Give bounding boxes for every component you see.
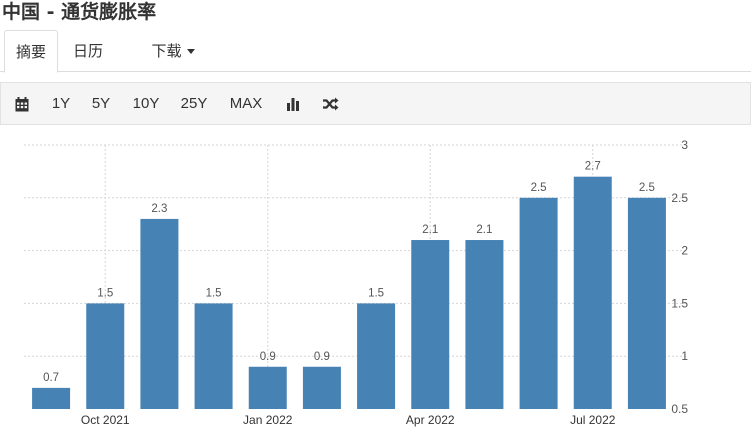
data-bar <box>411 240 450 409</box>
data-label: 2.7 <box>585 161 601 173</box>
page-title: 中国 - 通货膨胀率 <box>2 1 157 23</box>
tab-bar: 摘要 日历 下载 <box>0 30 751 73</box>
shuffle-icon[interactable] <box>318 83 342 124</box>
calendar-icon[interactable] <box>11 83 33 124</box>
y-tick-label: 1.5 <box>671 296 688 310</box>
y-tick-label: 3 <box>681 138 688 152</box>
caret-down-icon <box>186 49 195 54</box>
data-label: 0.9 <box>260 351 276 363</box>
data-label: 1.5 <box>206 287 222 299</box>
data-bar <box>519 197 558 409</box>
data-label: 2.1 <box>422 224 438 236</box>
tab-download[interactable]: 下载 <box>138 30 208 72</box>
range-max-button[interactable]: MAX <box>226 83 266 124</box>
range-10y-button[interactable]: 10Y <box>129 83 163 124</box>
data-bar <box>32 387 71 409</box>
range-5y-button[interactable]: 5Y <box>87 83 115 124</box>
y-tick-label: 0.5 <box>671 402 688 416</box>
chart-toolbar: 1Y 5Y 10Y 25Y MAX <box>0 82 751 125</box>
data-label: 2.5 <box>531 182 547 194</box>
data-label: 2.5 <box>639 182 655 194</box>
bar-chart-icon[interactable] <box>282 83 304 124</box>
y-tick-label: 2.5 <box>671 191 688 205</box>
data-bar <box>573 176 612 409</box>
range-1y-button[interactable]: 1Y <box>47 83 75 124</box>
tab-summary[interactable]: 摘要 <box>4 30 58 73</box>
data-label: 2.3 <box>151 203 167 215</box>
range-25y-button[interactable]: 25Y <box>176 83 212 124</box>
data-bar <box>86 303 125 409</box>
tab-calendar[interactable]: 日历 <box>58 30 118 72</box>
x-tick-label: Oct 2021 <box>81 413 130 427</box>
y-tick-label: 2 <box>681 244 688 258</box>
inflation-chart: 0.5 1 1.5 2 2.5 3 Oct 2021 Jan 2022 Apr 2022 Jul … <box>0 125 751 430</box>
data-label: 2.1 <box>476 224 492 236</box>
x-tick-label: Apr 2022 <box>406 413 455 427</box>
data-bar <box>302 366 341 409</box>
data-bar <box>357 303 396 409</box>
x-tick-label: Jul 2022 <box>570 413 616 427</box>
data-bar <box>194 303 233 409</box>
data-label: 1.5 <box>368 287 384 299</box>
tab-download-label: 下载 <box>151 42 182 60</box>
data-label: 0.7 <box>43 372 59 384</box>
data-label: 1.5 <box>97 287 113 299</box>
x-tick-label: Jan 2022 <box>243 413 293 427</box>
bar-chart: 0.5 1 1.5 2 2.5 3 Oct 2021 Jan 2022 Apr 2022 Jul … <box>24 138 688 427</box>
data-bar <box>140 218 179 409</box>
data-bar <box>627 197 666 409</box>
y-tick-label: 1 <box>681 349 688 363</box>
data-bar <box>248 366 287 409</box>
data-label: 0.9 <box>314 351 330 363</box>
data-bar <box>465 240 504 409</box>
